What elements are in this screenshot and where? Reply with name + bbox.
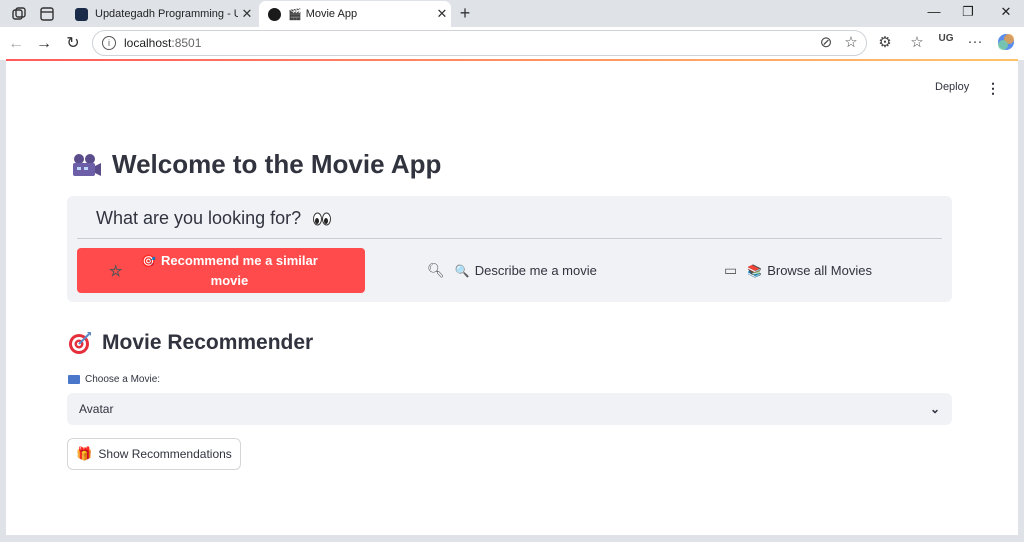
more-icon[interactable]: ··· — [964, 33, 986, 50]
target-icon — [69, 332, 91, 354]
forward-icon[interactable]: → — [33, 33, 55, 55]
search-icon: 🔍︎ — [427, 262, 445, 278]
info-icon[interactable]: i — [102, 36, 116, 50]
refresh-icon[interactable]: ↻ — [62, 33, 84, 55]
button-label: Show Recommendations — [98, 447, 232, 461]
profile-icon[interactable]: UG — [935, 33, 957, 44]
eyes-icon — [313, 212, 332, 226]
close-tab-icon[interactable]: ✕ — [238, 6, 256, 22]
option-menu: What are you looking for? ☆ 🎯 Recommend m… — [67, 196, 952, 302]
gift-icon: 🎁 — [76, 446, 93, 461]
select-label-text: Choose a Movie: — [85, 374, 161, 385]
address-bar[interactable]: i localhost:8501 — [92, 30, 867, 56]
magnifier-emoji-icon: 🔍 — [454, 263, 470, 278]
navigation-bar: ← → ↻ i localhost:8501 ⊘ ☆ ⚙ ☆ UG ··· — [0, 27, 1024, 60]
title-text: Welcome to the Movie App — [112, 149, 442, 179]
books-emoji-icon: 📚 — [747, 263, 763, 278]
target-emoji-icon: 🎯 — [141, 254, 157, 268]
app-page: Deploy ⋮ Welcome to the Movie App What a… — [6, 61, 1018, 535]
tab-title: Updategadh Programming - Upd — [95, 8, 238, 20]
select-label: Choose a Movie: — [68, 374, 160, 385]
tab-updategadh[interactable]: Updategadh Programming - Upd ✕ — [66, 1, 256, 27]
favorites-icon[interactable]: ☆ — [906, 33, 928, 51]
chevron-down-icon[interactable]: ⌄ — [930, 402, 940, 416]
tab-title: Movie App — [305, 8, 358, 20]
window-bottom-edge — [0, 535, 1024, 542]
option-recommend[interactable]: ☆ 🎯 Recommend me a similar movie — [77, 248, 365, 293]
section-title-text: Movie Recommender — [102, 331, 314, 354]
option-browse[interactable]: ▭ 📚 Browse all Movies — [724, 248, 872, 293]
deploy-button[interactable]: Deploy — [935, 81, 969, 93]
movie-camera-icon — [73, 153, 101, 176]
new-tab-icon[interactable]: + — [455, 3, 475, 24]
show-recommendations-button[interactable]: 🎁 Show Recommendations — [67, 438, 241, 470]
tab-actions-icon[interactable] — [38, 5, 56, 23]
tab-strip: Updategadh Programming - Upd ✕ 🎬 Movie A… — [0, 0, 1024, 27]
url-text[interactable]: localhost:8501 — [124, 36, 201, 50]
menu-divider — [77, 238, 942, 239]
clapper-icon: 🎬 — [288, 8, 302, 21]
main-menu-icon[interactable]: ⋮ — [986, 80, 1000, 97]
option-label: Describe me a movie — [474, 263, 597, 278]
box-icon: ▭ — [724, 262, 738, 278]
section-title: Movie Recommender — [68, 331, 313, 355]
updategadh-favicon-icon — [75, 7, 88, 21]
star-icon: ☆ — [109, 262, 123, 280]
option-label: Browse all Movies — [767, 263, 872, 278]
streamlit-favicon-icon — [268, 7, 281, 21]
selected-movie: Avatar — [79, 402, 114, 416]
back-icon[interactable]: ← — [5, 33, 27, 55]
copilot-icon[interactable] — [995, 32, 1017, 52]
menu-question: What are you looking for? — [96, 208, 332, 229]
extensions-icon[interactable]: ⚙ — [874, 33, 896, 51]
close-window-icon[interactable]: ✕ — [994, 4, 1018, 20]
workspaces-icon[interactable] — [10, 5, 28, 23]
page-title: Welcome to the Movie App — [70, 149, 441, 180]
question-text: What are you looking for? — [96, 208, 302, 228]
option-label: 🎯 Recommend me a similar movie — [141, 253, 318, 288]
close-tab-icon[interactable]: ✕ — [433, 6, 451, 22]
tracking-off-icon[interactable]: ⊘ — [815, 33, 837, 51]
option-describe[interactable]: 🔍︎ 🔍 Describe me a movie — [427, 248, 597, 293]
ticket-icon — [68, 375, 80, 384]
restore-icon[interactable]: ❐ — [956, 4, 980, 20]
movie-select[interactable]: Avatar ⌄ — [67, 393, 952, 425]
tab-movie-app[interactable]: 🎬 Movie App ✕ — [259, 1, 451, 27]
favorite-star-icon[interactable]: ☆ — [840, 33, 862, 51]
minimize-icon[interactable]: — — [922, 4, 946, 19]
